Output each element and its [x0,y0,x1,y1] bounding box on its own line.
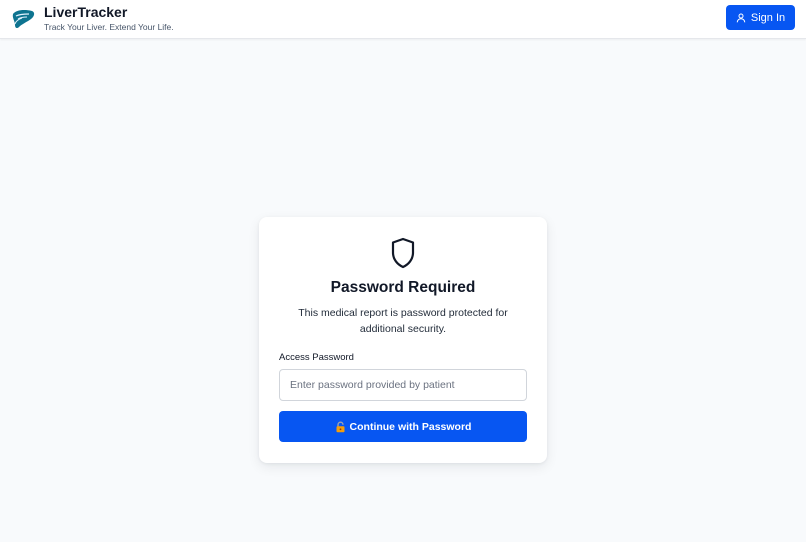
liver-icon [10,8,36,30]
password-field-label: Access Password [279,352,354,363]
continue-button-label: Continue with Password [349,420,472,433]
user-icon [736,13,746,23]
card-description: This medical report is password protecte… [298,307,508,335]
shield-icon [391,237,415,269]
app-name: LiverTracker [44,4,128,20]
lock-icon [335,420,346,433]
continue-with-password-button[interactable]: Continue with Password [279,411,527,442]
brand[interactable]: LiverTracker Track Your Liver. Extend Yo… [10,4,174,33]
sign-in-label: Sign In [750,11,786,24]
password-card: Password Required This medical report is… [259,217,547,463]
brand-text: LiverTracker Track Your Liver. Extend Yo… [44,4,174,33]
sign-in-button[interactable]: Sign In [726,5,795,30]
card-title: Password Required [330,279,476,296]
password-input[interactable] [279,369,527,401]
top-navigation-bar: LiverTracker Track Your Liver. Extend Yo… [0,0,806,39]
app-tagline: Track Your Liver. Extend Your Life. [44,22,174,32]
shield-icon-container [259,237,547,269]
